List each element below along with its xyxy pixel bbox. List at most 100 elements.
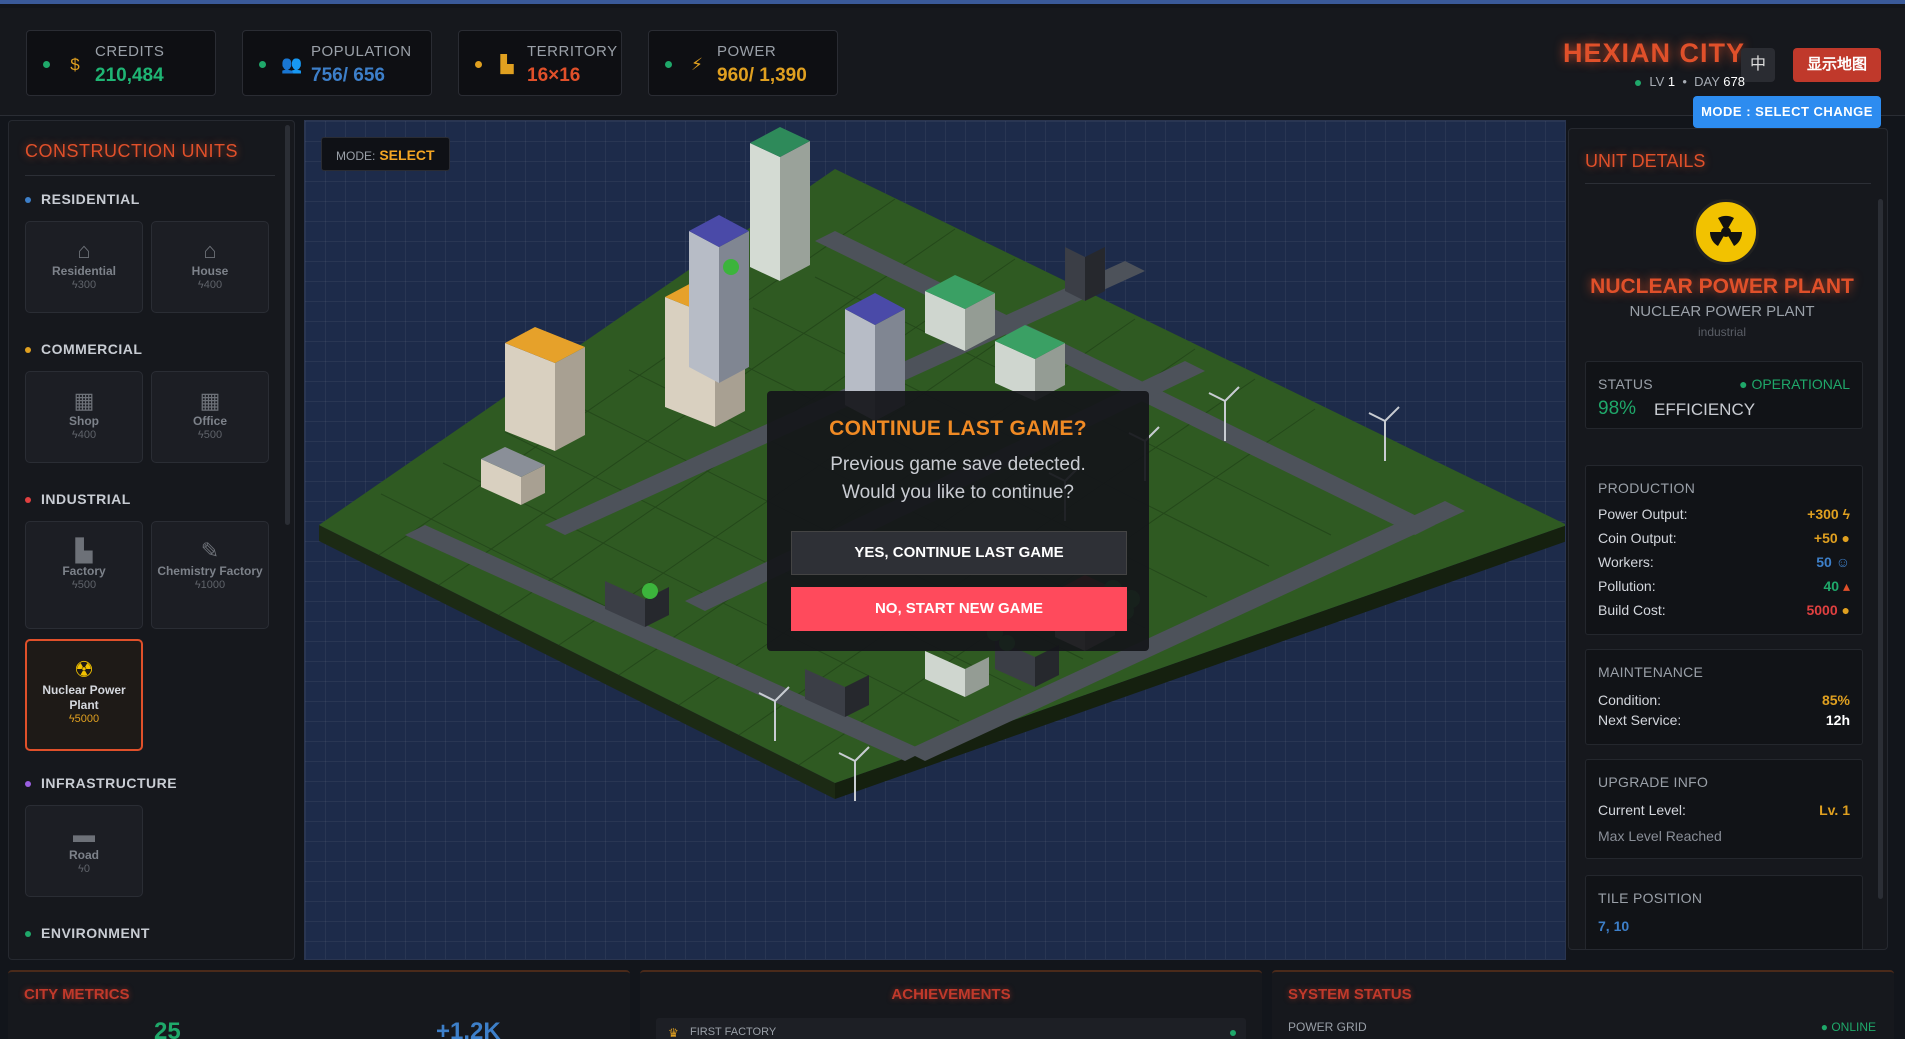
divider [25,175,275,176]
unit-card-office[interactable]: ▦ Office ϟ500 [151,371,269,463]
level-day-indicator: LV 1 • DAY 678 [1635,74,1745,89]
dialog-title: CONTINUE LAST GAME? [829,417,1087,440]
stat-value: 960/ 1,390 [717,65,807,86]
stat-value: 16×16 [527,65,581,86]
stat-label: TERRITORY [527,43,618,60]
box-title: TILE POSITION [1598,890,1703,906]
unit-card-nuclear-power-plant[interactable]: ☢ Nuclear Power Plant ϟ5000 [25,639,143,751]
level-value: 1 [1667,74,1676,89]
language-toggle-button[interactable]: 中 [1741,48,1775,82]
mode-indicator: MODE: SELECT [321,137,450,171]
box-title: MAINTENANCE [1598,664,1704,680]
pollution-icon: ▴ [1842,578,1850,594]
population-stat: 👥 POPULATION 756/ 656 [242,30,432,96]
workers-row: Workers: 50 ☺ [1598,554,1850,570]
unit-card-chemistry-factory[interactable]: ✎ Chemistry Factory ϟ1000 [151,521,269,629]
unit-name: Road [69,848,99,862]
unit-card-road[interactable]: ▬ Road ϟ0 [25,805,143,897]
maintenance-box: MAINTENANCE Condition: 85% Next Service: 1… [1585,649,1863,745]
credits-stat: $ CREDITS 210,484 [26,30,216,96]
factory-icon: ▙ [75,538,93,563]
unit-cost: ϟ1000 [194,579,226,591]
unit-subtitle: NUCLEAR POWER PLANT [1629,303,1815,320]
unit-category: industrial [1697,325,1747,339]
box-title: PRODUCTION [1598,480,1696,496]
category-dot [25,931,31,938]
unit-details-panel: UNIT DETAILS NUCLEAR POWER PLANT NUCLEAR… [1568,128,1888,950]
unit-name: Residential [51,264,117,278]
max-level-note: Max Level Reached [1598,828,1722,844]
category-label: INDUSTRIAL [41,491,131,507]
territory-stat: ▙ TERRITORY 16×16 [458,30,622,96]
house-icon: ⌂ [77,238,91,263]
upgrade-box: UPGRADE INFO Current Level: Lv. 1 Max Lev… [1585,759,1863,859]
unit-card-house[interactable]: ⌂ House ϟ400 [151,221,269,313]
system-status-panel: SYSTEM STATUS POWER GRID ● ONLINE [1272,970,1894,1039]
divider [1585,183,1871,184]
power-output-row: Power Output: +300 ϟ [1598,506,1850,522]
continue-game-dialog: CONTINUE LAST GAME? Previous game save d… [767,391,1149,651]
category-residential: RESIDENTIAL [25,191,140,207]
category-environment: ENVIRONMENT [25,925,150,941]
status-value: ● OPERATIONAL [1739,376,1850,392]
status-dot [1230,1030,1236,1036]
game-root: $ CREDITS 210,484 👥 POPULATION 756/ 656 … [0,0,1905,1039]
stat-label: CREDITS [95,43,165,60]
status-dot [259,61,266,68]
city-metrics-panel: CITY METRICS 25 +1.2K [8,970,630,1039]
build-cost-row: Build Cost: 5000 ● [1598,602,1850,618]
unit-cost: ϟ500 [197,429,223,441]
box-title: STATUS [1598,376,1653,392]
unit-cost: ϟ300 [71,279,97,291]
category-label: INFRASTRUCTURE [41,775,178,791]
mode-change-button[interactable]: MODE : SELECT CHANGE [1693,96,1881,128]
lightning-icon: ⚡ [691,55,703,74]
coin-bag-icon: $ [70,55,80,74]
efficiency-value: 98% [1598,398,1637,419]
day-value: 678 [1723,74,1745,89]
unit-card-residential[interactable]: ⌂ Residential ϟ300 [25,221,143,313]
show-map-button[interactable]: 显示地图 [1793,48,1881,82]
unit-card-shop[interactable]: ▦ Shop ϟ400 [25,371,143,463]
continue-game-button[interactable]: YES, CONTINUE LAST GAME [791,531,1127,575]
unit-cost: ϟ500 [71,579,97,591]
stat-label: POPULATION [311,43,412,60]
game-viewport[interactable]: MODE: SELECT CONTINUE LAST GAME? Previous… [304,120,1566,960]
category-commercial: COMMERCIAL [25,341,142,357]
panel-title: ACHIEVEMENTS [891,986,1011,1003]
radiation-icon: ☢ [74,657,94,682]
category-dot [25,347,31,354]
panel-title: SYSTEM STATUS [1288,986,1412,1003]
category-industrial: INDUSTRIAL [25,491,131,507]
construction-panel: CONSTRUCTION UNITS RESIDENTIAL ⌂ Residen… [8,120,295,960]
unit-card-factory[interactable]: ▙ Factory ϟ500 [25,521,143,629]
stat-label: POWER [717,43,777,60]
new-game-button[interactable]: NO, START NEW GAME [791,587,1127,631]
tile-position-value: 7, 10 [1598,918,1630,934]
dialog-message: Previous game save detected. Would you l… [830,454,1086,503]
status-dot [1635,79,1642,86]
scrollbar[interactable] [1878,199,1883,899]
unit-name: Factory [62,564,106,578]
status-box: STATUS ● OPERATIONAL 98% EFFICIENCY [1585,361,1863,429]
status-dot [475,61,482,68]
pollution-row: Pollution: 40 ▴ [1598,578,1850,594]
category-dot [25,197,31,204]
category-label: ENVIRONMENT [41,925,150,941]
box-title: UPGRADE INFO [1598,774,1709,790]
coin-output-row: Coin Output: +50 ● [1598,530,1850,546]
scrollbar[interactable] [285,125,290,525]
unit-cost: ϟ400 [197,279,223,291]
status-dot [665,61,672,68]
metric-value: +1.2K [436,1018,501,1039]
achievements-panel: ACHIEVEMENTS ♛ FIRST FACTORY [640,970,1262,1039]
coin-icon: ● [1841,530,1850,546]
category-label: COMMERCIAL [41,341,143,357]
panel-title: CONSTRUCTION UNITS [25,141,238,161]
house-icon: ⌂ [203,238,217,263]
panel-title: CITY METRICS [24,986,130,1003]
radiation-icon [1693,199,1759,265]
power-stat: ⚡ POWER 960/ 1,390 [648,30,838,96]
metric-value: 25 [154,1018,181,1039]
category-infrastructure: INFRASTRUCTURE [25,775,177,791]
